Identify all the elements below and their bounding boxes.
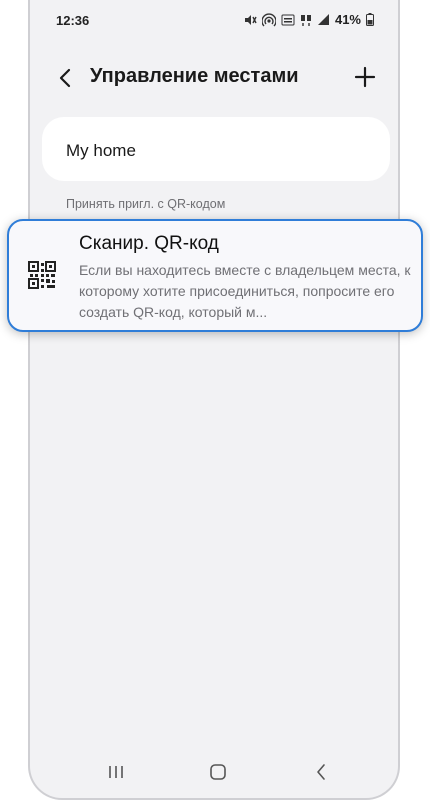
status-bar: 12:36 41% bbox=[30, 0, 398, 40]
phone-frame: 12:36 41% Управление местами My home При… bbox=[28, 0, 400, 800]
place-item-my-home[interactable]: My home bbox=[42, 117, 390, 181]
qr-card-description: Если вы находитесь вместе с владельцем м… bbox=[79, 262, 411, 320]
back-button[interactable] bbox=[52, 64, 80, 92]
plus-icon bbox=[354, 66, 376, 88]
status-icons: 41% bbox=[243, 12, 374, 27]
mute-icon bbox=[243, 13, 257, 27]
header: Управление местами bbox=[30, 56, 398, 100]
qr-card-title: Сканир. QR-код bbox=[79, 233, 219, 254]
add-place-button[interactable] bbox=[350, 62, 380, 92]
home-button[interactable] bbox=[208, 762, 228, 782]
place-label: My home bbox=[66, 141, 136, 160]
qr-code-icon bbox=[28, 261, 56, 289]
recents-button[interactable] bbox=[106, 764, 126, 780]
page-title: Управление местами bbox=[90, 65, 299, 87]
recents-icon bbox=[109, 766, 123, 778]
chevron-left-icon bbox=[59, 68, 71, 88]
signal-icon bbox=[317, 13, 330, 26]
status-time: 12:36 bbox=[56, 13, 90, 28]
back-nav-button[interactable] bbox=[314, 762, 328, 782]
volte-icon bbox=[281, 13, 295, 27]
battery-percent: 41% bbox=[334, 12, 361, 27]
battery-icon bbox=[366, 13, 374, 26]
hotspot-icon bbox=[261, 12, 276, 27]
home-icon bbox=[210, 764, 226, 780]
4g-icon bbox=[300, 13, 312, 27]
back-icon bbox=[317, 764, 325, 780]
navigation-bar bbox=[30, 750, 398, 798]
scan-qr-code-item[interactable]: Сканир. QR-код Если вы находитесь вместе… bbox=[7, 219, 423, 332]
section-label-qr: Принять пригл. с QR-кодом bbox=[66, 197, 226, 211]
